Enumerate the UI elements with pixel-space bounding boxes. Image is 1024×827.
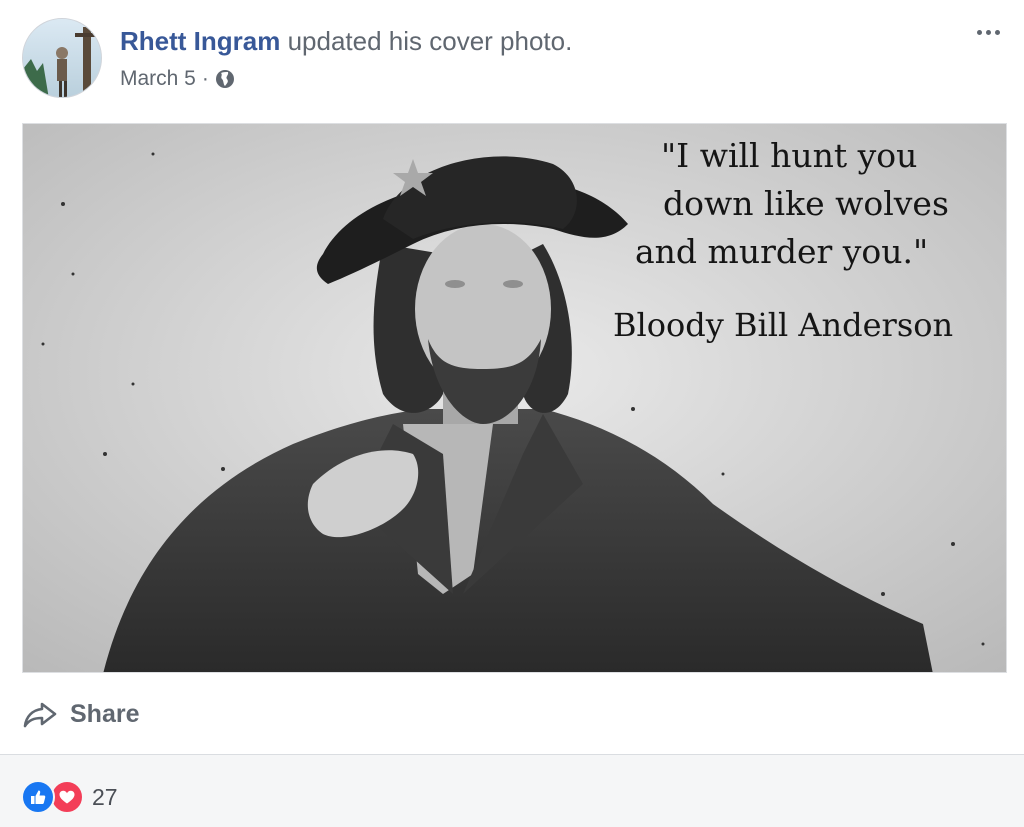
post-meta: March 5 ·	[120, 66, 235, 92]
quote-line-1: "I will hunt you	[661, 136, 918, 175]
avatar[interactable]	[22, 18, 102, 98]
more-options-icon[interactable]	[960, 20, 1000, 44]
love-icon	[50, 780, 84, 814]
post-action-text: updated his cover photo.	[280, 26, 573, 56]
like-icon	[21, 780, 55, 814]
meta-separator: ·	[201, 67, 209, 90]
share-arrow-icon	[22, 696, 58, 732]
globe-icon[interactable]	[215, 69, 235, 89]
reactions-bar: 27	[0, 754, 1024, 827]
share-button[interactable]: Share	[22, 690, 139, 738]
quote-attribution: Bloody Bill Anderson	[613, 306, 954, 344]
cover-photo[interactable]: "I will hunt you down like wolves and mu…	[22, 123, 1007, 673]
reaction-count: 27	[92, 783, 118, 810]
quote-line-2: down like wolves	[663, 184, 949, 223]
author-name-link[interactable]: Rhett Ingram	[120, 26, 280, 56]
post-title: Rhett Ingram updated his cover photo.	[120, 26, 572, 56]
share-label: Share	[70, 699, 140, 728]
post-header: Rhett Ingram updated his cover photo. Ma…	[22, 18, 1002, 100]
avatar-image	[23, 19, 101, 97]
reactions-summary[interactable]: 27	[21, 780, 118, 814]
quote-line-3: and murder you."	[635, 232, 929, 271]
post-date-link[interactable]: March 5	[120, 66, 196, 92]
